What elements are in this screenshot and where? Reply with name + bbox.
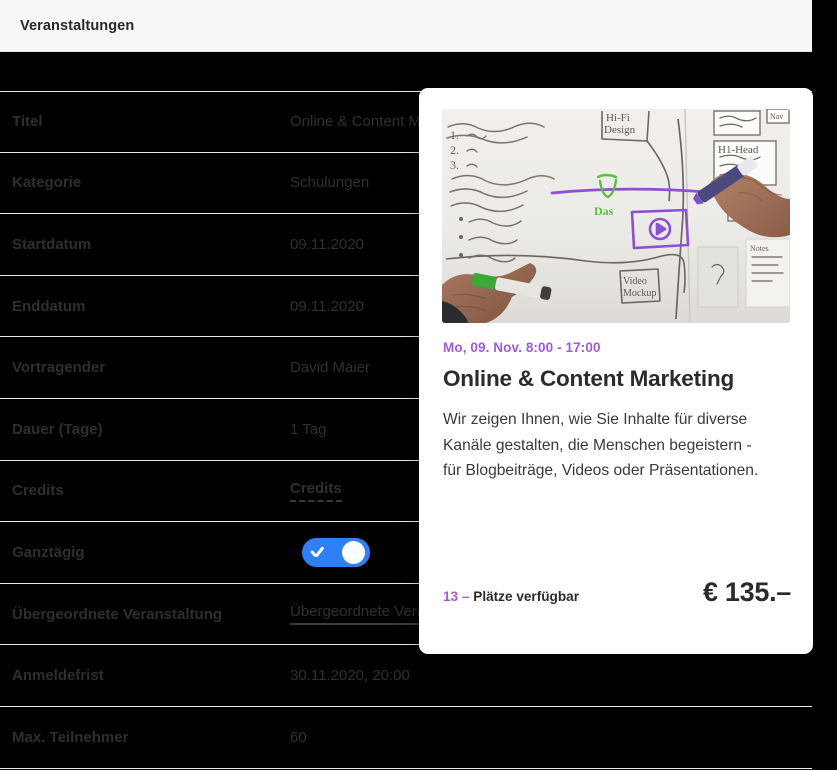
- svg-text:Das: Das: [594, 204, 614, 218]
- svg-text:Notes: Notes: [750, 244, 769, 253]
- svg-text:Design: Design: [604, 124, 636, 136]
- detail-row-value[interactable]: 60: [290, 729, 307, 746]
- availability-count: 13 –: [443, 589, 470, 604]
- detail-row-label: Ganztägig: [12, 543, 85, 561]
- event-card-footer: 13 – Plätze verfügbar € 135.–: [443, 577, 791, 608]
- detail-row-label: Übergeordnete Veranstaltung: [12, 605, 223, 623]
- event-title: Online & Content Marketing: [443, 366, 735, 391]
- detail-row-label: Titel: [12, 113, 43, 131]
- svg-text:Hi-Fi: Hi-Fi: [606, 112, 630, 124]
- event-card-body: Mo, 09. Nov. 8:00 - 17:00 Online & Conte…: [443, 340, 791, 484]
- check-icon: [310, 546, 325, 558]
- svg-text:Video: Video: [623, 276, 647, 287]
- detail-row-label: Vortragender: [12, 359, 106, 377]
- svg-text:1.: 1.: [450, 128, 459, 142]
- ganztaegig-toggle[interactable]: [302, 537, 370, 567]
- svg-text:H1-Head: H1-Head: [718, 144, 759, 156]
- detail-row-label: Startdatum: [12, 235, 92, 253]
- detail-row-label: Kategorie: [12, 174, 82, 192]
- detail-row[interactable]: Anmeldefrist 30.11.2020, 20:00: [0, 645, 812, 707]
- app-root: Veranstaltungen Titel Online & Content Ma…: [0, 0, 837, 770]
- availability-label: Plätze verfügbar: [473, 589, 580, 604]
- page-title: Veranstaltungen: [20, 17, 135, 34]
- detail-row[interactable]: Max. Teilnehmer 60: [0, 707, 812, 769]
- detail-row-value[interactable]: 09.11.2020: [290, 298, 364, 315]
- detail-row-value[interactable]: Credits: [290, 480, 342, 502]
- toggle-knob: [342, 540, 365, 564]
- detail-row-value[interactable]: 09.11.2020: [290, 236, 364, 253]
- event-preview-card[interactable]: 1. 2. 3. Hi-Fi Design Das Video Mockup H…: [419, 88, 813, 654]
- svg-text:2.: 2.: [450, 143, 459, 157]
- whiteboard-sketch-photo: 1. 2. 3. Hi-Fi Design Das Video Mockup H…: [442, 109, 790, 323]
- event-description: Wir zeigen Ihnen, wie Sie Inhalte für di…: [443, 411, 759, 479]
- detail-row-value[interactable]: Schulungen: [290, 174, 369, 191]
- detail-row-label: Anmeldefrist: [12, 667, 104, 685]
- event-price: € 135.–: [703, 577, 791, 607]
- svg-text:Mockup: Mockup: [623, 288, 656, 299]
- detail-row-label: Credits: [12, 482, 64, 500]
- detail-row-value[interactable]: 30.11.2020, 20:00: [290, 667, 410, 684]
- svg-text:Nav: Nav: [770, 112, 783, 121]
- detail-row-label: Dauer (Tage): [12, 420, 103, 438]
- svg-text:3.: 3.: [450, 158, 459, 172]
- detail-row-label: Max. Teilnehmer: [12, 728, 129, 746]
- detail-row-value[interactable]: 1 Tag: [290, 421, 326, 438]
- event-date: Mo, 09. Nov. 8:00 - 17:00: [443, 340, 601, 355]
- detail-row-label: Enddatum: [12, 297, 86, 315]
- page-header: Veranstaltungen: [0, 0, 812, 52]
- availability-info: 13 – Plätze verfügbar: [443, 589, 579, 604]
- event-photo: 1. 2. 3. Hi-Fi Design Das Video Mockup H…: [442, 109, 790, 323]
- detail-row-value[interactable]: David Maier: [290, 359, 370, 376]
